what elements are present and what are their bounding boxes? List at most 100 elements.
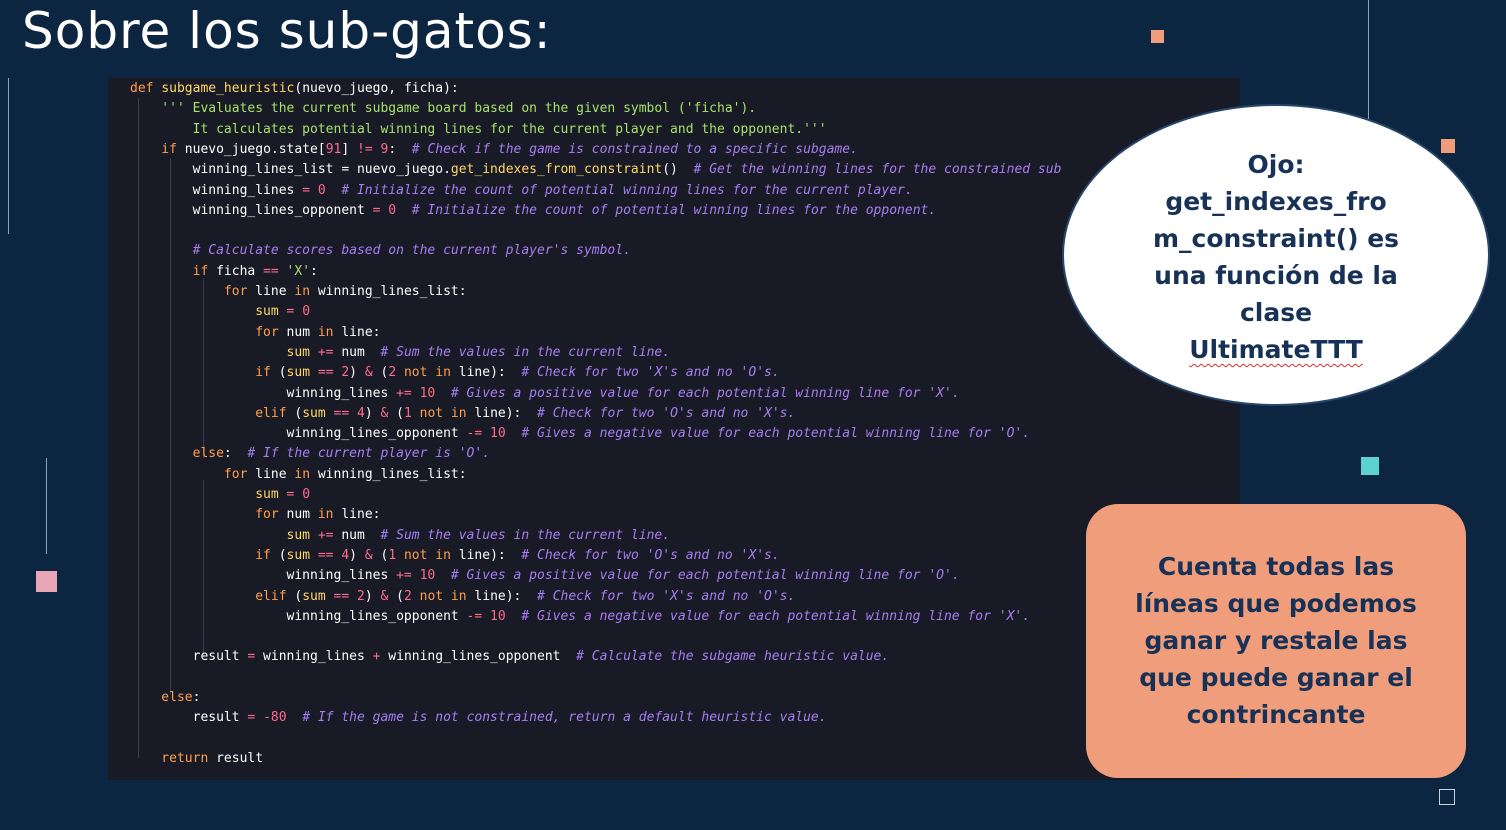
code-token: # Sum the values in the current line.: [380, 527, 671, 543]
code-token: in: [294, 284, 318, 299]
code-token: winning_lines_opponent: [130, 426, 467, 442]
code-line: else:: [130, 688, 200, 708]
code-token: result: [130, 649, 248, 665]
code-token: +=: [317, 344, 334, 360]
code-token: if: [130, 547, 279, 563]
code-token: 1: [403, 405, 412, 421]
code-token: ==: [263, 263, 279, 279]
deco-square-teal: [1361, 457, 1379, 475]
code-token: winning_lines: [130, 182, 303, 198]
code-token: 'X': [286, 263, 311, 279]
code-token: winning_lines_opponent: [130, 202, 373, 218]
code-line: def subgame_heuristic(nuevo_juego, ficha…: [130, 79, 459, 99]
code-token: for: [130, 466, 256, 482]
code-token: # Gives a positive value for each potent…: [450, 385, 960, 401]
code-token: 4: [341, 547, 350, 563]
code-token: 2: [403, 588, 412, 604]
code-token: winning_lines_list:: [317, 466, 467, 482]
code-line: sum = 0: [130, 485, 310, 505]
code-line: if (sum == 2) & (2 not in line): # Check…: [130, 363, 779, 383]
code-token: ==: [333, 588, 350, 604]
code-token: :: [310, 263, 318, 279]
code-token: ): [349, 547, 365, 563]
code-token: line):: [474, 588, 538, 604]
code-token: not in: [411, 588, 475, 604]
code-line: elif (sum == 4) & (1 not in line): # Che…: [130, 404, 795, 424]
code-token: line: [255, 466, 295, 482]
code-line: It calculates potential winning lines fo…: [130, 120, 827, 140]
bubble-line: clase: [1239, 298, 1313, 327]
code-token: winning_lines_list:: [317, 284, 467, 299]
code-token: -=: [466, 608, 483, 624]
code-token: (: [372, 365, 389, 381]
code-token: line):: [474, 405, 538, 421]
code-token: # Sum the values in the current line.: [380, 344, 671, 360]
code-token: not in: [396, 365, 459, 381]
code-token: 0: [317, 182, 326, 198]
deco-square-pink: [36, 571, 57, 592]
code-line: sum += num # Sum the values in the curre…: [130, 526, 671, 546]
bubble-line-class-name: UltimateTTT: [1108, 331, 1444, 368]
code-token: 2: [388, 365, 397, 381]
slide-title: Sobre los sub-gatos:: [22, 2, 552, 60]
code-token: :: [388, 141, 412, 157]
code-token: # If the current player is 'O'.: [247, 446, 491, 462]
deco-line-left-bottom: [46, 458, 47, 554]
code-token: in: [294, 466, 318, 482]
code-token: -=: [466, 426, 483, 442]
code-token: (nuevo_juego, ficha):: [294, 81, 459, 96]
code-panel: def subgame_heuristic(nuevo_juego, ficha…: [108, 78, 1240, 780]
code-token: 2: [341, 365, 350, 381]
code-token: (: [388, 405, 404, 421]
code-token: ''' Evaluates the current subgame board …: [130, 101, 757, 117]
code-line: if nuevo_juego.state[91] != 9: # Check i…: [130, 140, 858, 160]
code-token: elif: [130, 405, 295, 421]
code-token: ==: [317, 365, 334, 381]
code-token: (): [662, 162, 694, 178]
code-token: return: [130, 750, 217, 766]
code-token: ): [349, 365, 365, 381]
code-token: +=: [396, 385, 412, 401]
code-line: winning_lines += 10 # Gives a positive v…: [130, 384, 960, 404]
code-token: else: [130, 690, 193, 705]
code-line: winning_lines += 10 # Gives a positive v…: [130, 566, 960, 586]
code-token: get_indexes_from_constraint: [450, 162, 663, 178]
code-token: # Check for two 'O's and no 'X's.: [537, 405, 796, 421]
code-line: winning_lines = 0 # Initialize the count…: [130, 181, 913, 201]
card-line: ganar y restale las: [1144, 626, 1408, 655]
card-line: que puede ganar el: [1139, 663, 1413, 692]
deco-square-outline: [1439, 789, 1455, 805]
code-line: sum = 0: [130, 302, 310, 322]
code-token: # If the game is not constrained, return…: [302, 710, 827, 726]
code-token: num: [286, 507, 318, 523]
code-token: in: [317, 324, 342, 340]
deco-square-orange-top: [1151, 30, 1164, 43]
code-token: nuevo_juego.state[: [184, 141, 326, 157]
code-token: not in: [396, 547, 459, 563]
code-token: # Gives a negative value for each potent…: [521, 608, 1031, 624]
code-line: return result: [130, 749, 263, 769]
code-token: # Calculate scores based on the current …: [130, 243, 631, 259]
code-line: elif (sum == 2) & (2 not in line): # Che…: [130, 587, 795, 607]
code-token: 10: [490, 608, 506, 624]
code-token: 0: [302, 304, 311, 320]
code-token: if: [130, 365, 279, 381]
code-token: &: [364, 365, 373, 381]
code-token: :: [192, 690, 201, 705]
spellcheck-underlined-word: UltimateTTT: [1189, 335, 1363, 364]
code-token: # Get the winning lines for the constrai…: [693, 162, 1062, 178]
code-token: 10: [419, 568, 436, 584]
code-token: # Check for two 'O's and no 'X's.: [521, 547, 780, 563]
code-token: ==: [317, 547, 334, 563]
code-token: (: [388, 588, 404, 604]
code-token: num: [286, 324, 318, 340]
